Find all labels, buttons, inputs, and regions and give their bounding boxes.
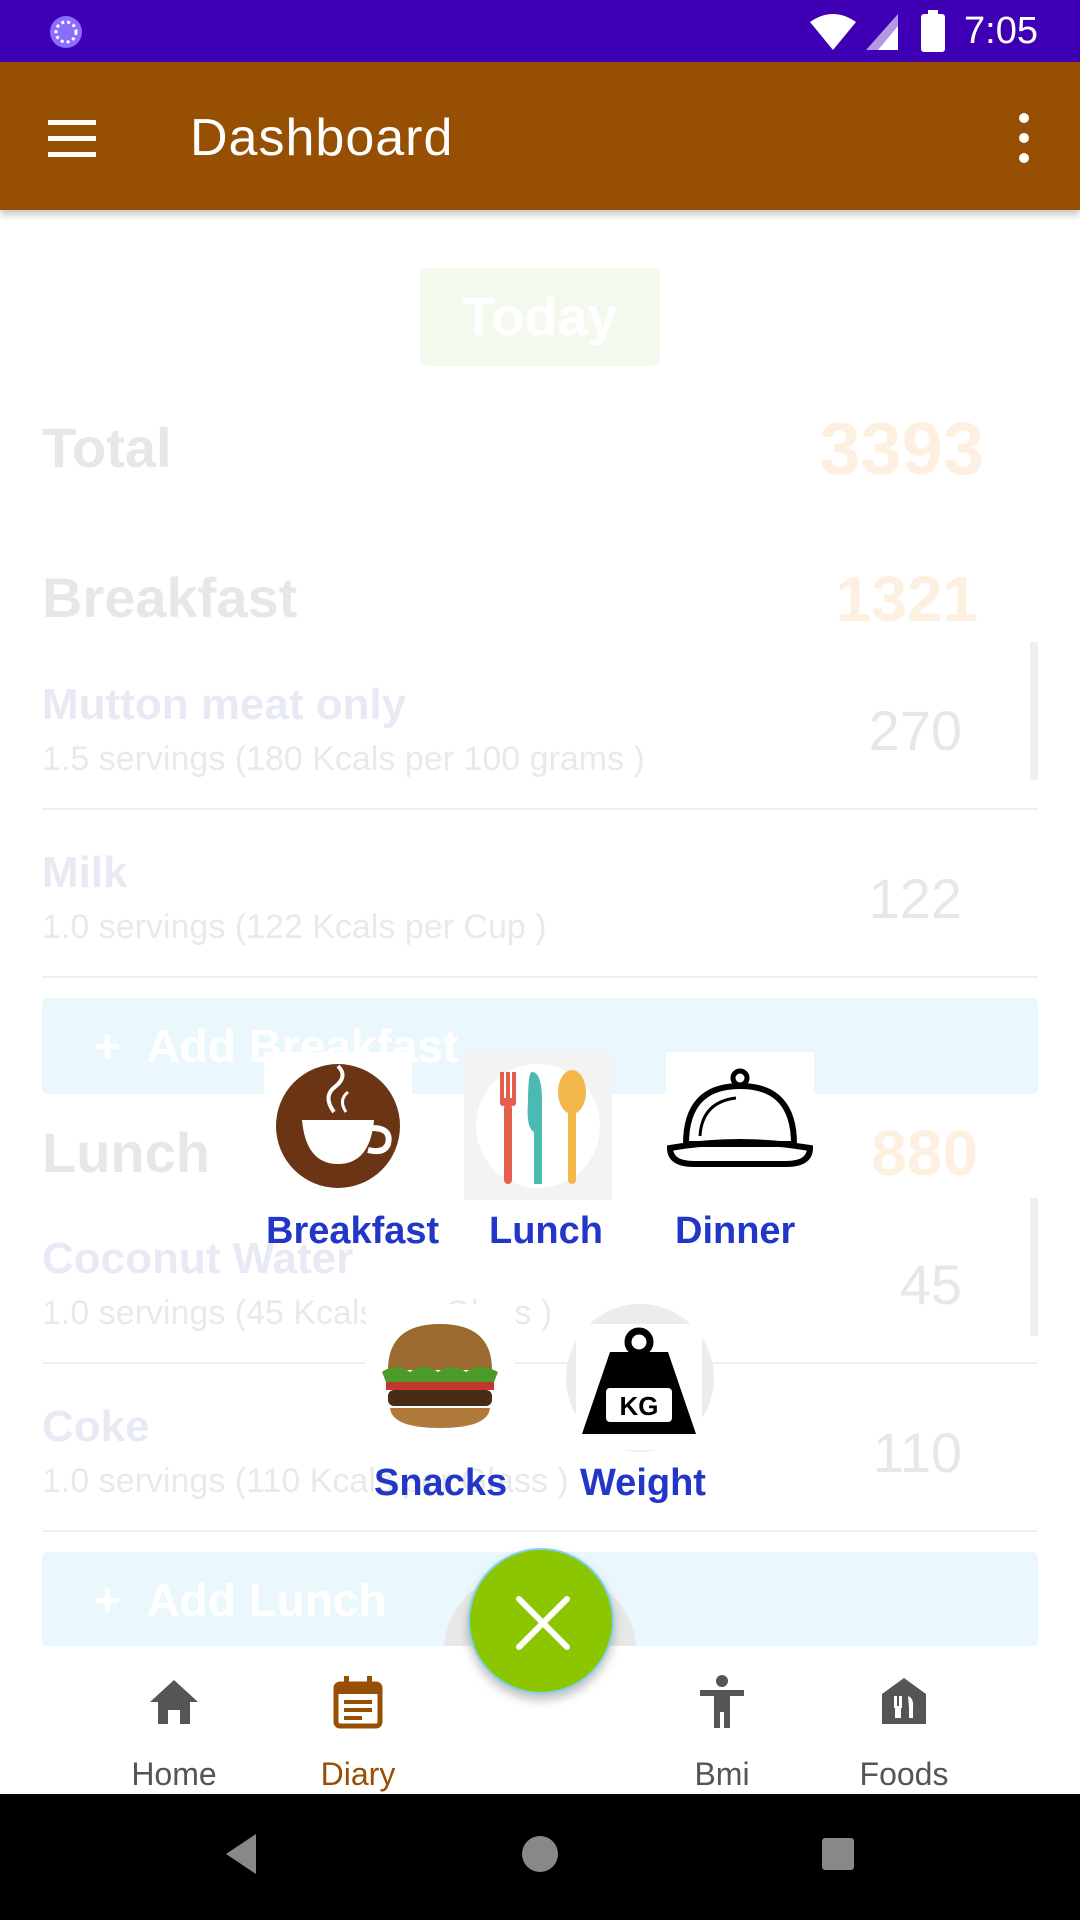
total-label: Total [42, 416, 172, 479]
battery-icon [921, 10, 945, 52]
nav-home-label: Home [131, 1756, 217, 1792]
page-title: Dashboard [190, 109, 454, 167]
nav-foods-label: Foods [859, 1756, 949, 1792]
picker-snacks-label: Snacks [374, 1462, 508, 1504]
home-circle-icon[interactable] [520, 1830, 560, 1878]
back-icon[interactable] [222, 1830, 262, 1878]
nav-diary[interactable]: Diary [278, 1646, 438, 1794]
status-bar: 7:05 [0, 0, 1080, 62]
total-value: 3393 [819, 407, 984, 490]
food-kcal: 110 [872, 1421, 962, 1484]
picker-lunch-label: Lunch [489, 1210, 603, 1252]
food-name[interactable]: Milk [42, 848, 128, 898]
today-chip[interactable]: Today [420, 268, 660, 366]
coffee-cup-icon [276, 1064, 400, 1188]
food-kcal: 270 [868, 699, 962, 762]
icon-box: KG [576, 1324, 702, 1450]
food-kcal: 45 [899, 1253, 962, 1316]
weight-badge: KG [620, 1391, 659, 1421]
clock: 7:05 [964, 10, 1038, 52]
restaurant-store-icon [882, 1678, 926, 1724]
lunch-value: 880 [871, 1117, 978, 1189]
hamburger-menu-icon[interactable] [40, 106, 104, 170]
picker-breakfast-label: Breakfast [266, 1210, 440, 1252]
nav-foods[interactable]: Foods [824, 1646, 984, 1794]
icon-box [264, 1052, 412, 1200]
divider [42, 808, 1038, 810]
breakfast-title: Breakfast [42, 566, 298, 629]
food-name[interactable]: Coke [42, 1402, 150, 1452]
kg-weight-icon: KG [582, 1327, 696, 1434]
close-fab-button[interactable] [468, 1548, 614, 1694]
food-name[interactable]: Mutton meat only [42, 680, 406, 730]
diary-calendar-icon [333, 1676, 383, 1729]
app-bar: Dashboard [0, 62, 1080, 210]
close-icon [516, 1596, 570, 1650]
add-lunch-label: Add Lunch [146, 1574, 387, 1626]
nav-diary-label: Diary [320, 1756, 396, 1792]
divider [42, 1362, 1038, 1364]
dashboard-content: Today Total 3393 Breakfast 1321 Mutton m… [0, 210, 1080, 1646]
food-desc: 1.0 servings (122 Kcals per Cup ) [42, 908, 547, 946]
nav-bmi-label: Bmi [694, 1756, 750, 1792]
divider [42, 1530, 1038, 1532]
burger-icon [382, 1324, 498, 1428]
wifi-icon [810, 14, 856, 50]
cutlery-icon [476, 1064, 600, 1188]
lunch-accent-bar [1030, 1198, 1038, 1336]
plus-icon: + [94, 1574, 147, 1626]
system-navigation-bar [0, 1794, 1080, 1920]
app-notification-icon [50, 16, 82, 48]
breakfast-accent-bar [1030, 642, 1038, 780]
signal-icon [866, 14, 898, 50]
recents-icon[interactable] [818, 1830, 858, 1878]
picker-dinner-label: Dinner [675, 1210, 796, 1252]
lunch-title: Lunch [42, 1121, 210, 1184]
icon-box [464, 1052, 612, 1200]
icon-box [366, 1304, 514, 1452]
picker-weight-label: Weight [580, 1462, 706, 1504]
home-icon [150, 1680, 198, 1724]
food-desc: 1.5 servings (180 Kcals per 100 grams ) [42, 740, 645, 778]
icon-box [666, 1052, 814, 1200]
divider [42, 976, 1038, 978]
nav-bmi[interactable]: Bmi [642, 1646, 802, 1794]
more-vert-icon[interactable] [992, 106, 1056, 170]
nav-home[interactable]: Home [94, 1646, 254, 1794]
food-kcal: 122 [868, 867, 962, 930]
cloche-icon [666, 1068, 814, 1167]
person-icon [700, 1675, 744, 1728]
breakfast-value: 1321 [835, 563, 978, 635]
plus-icon: + [94, 1020, 147, 1072]
